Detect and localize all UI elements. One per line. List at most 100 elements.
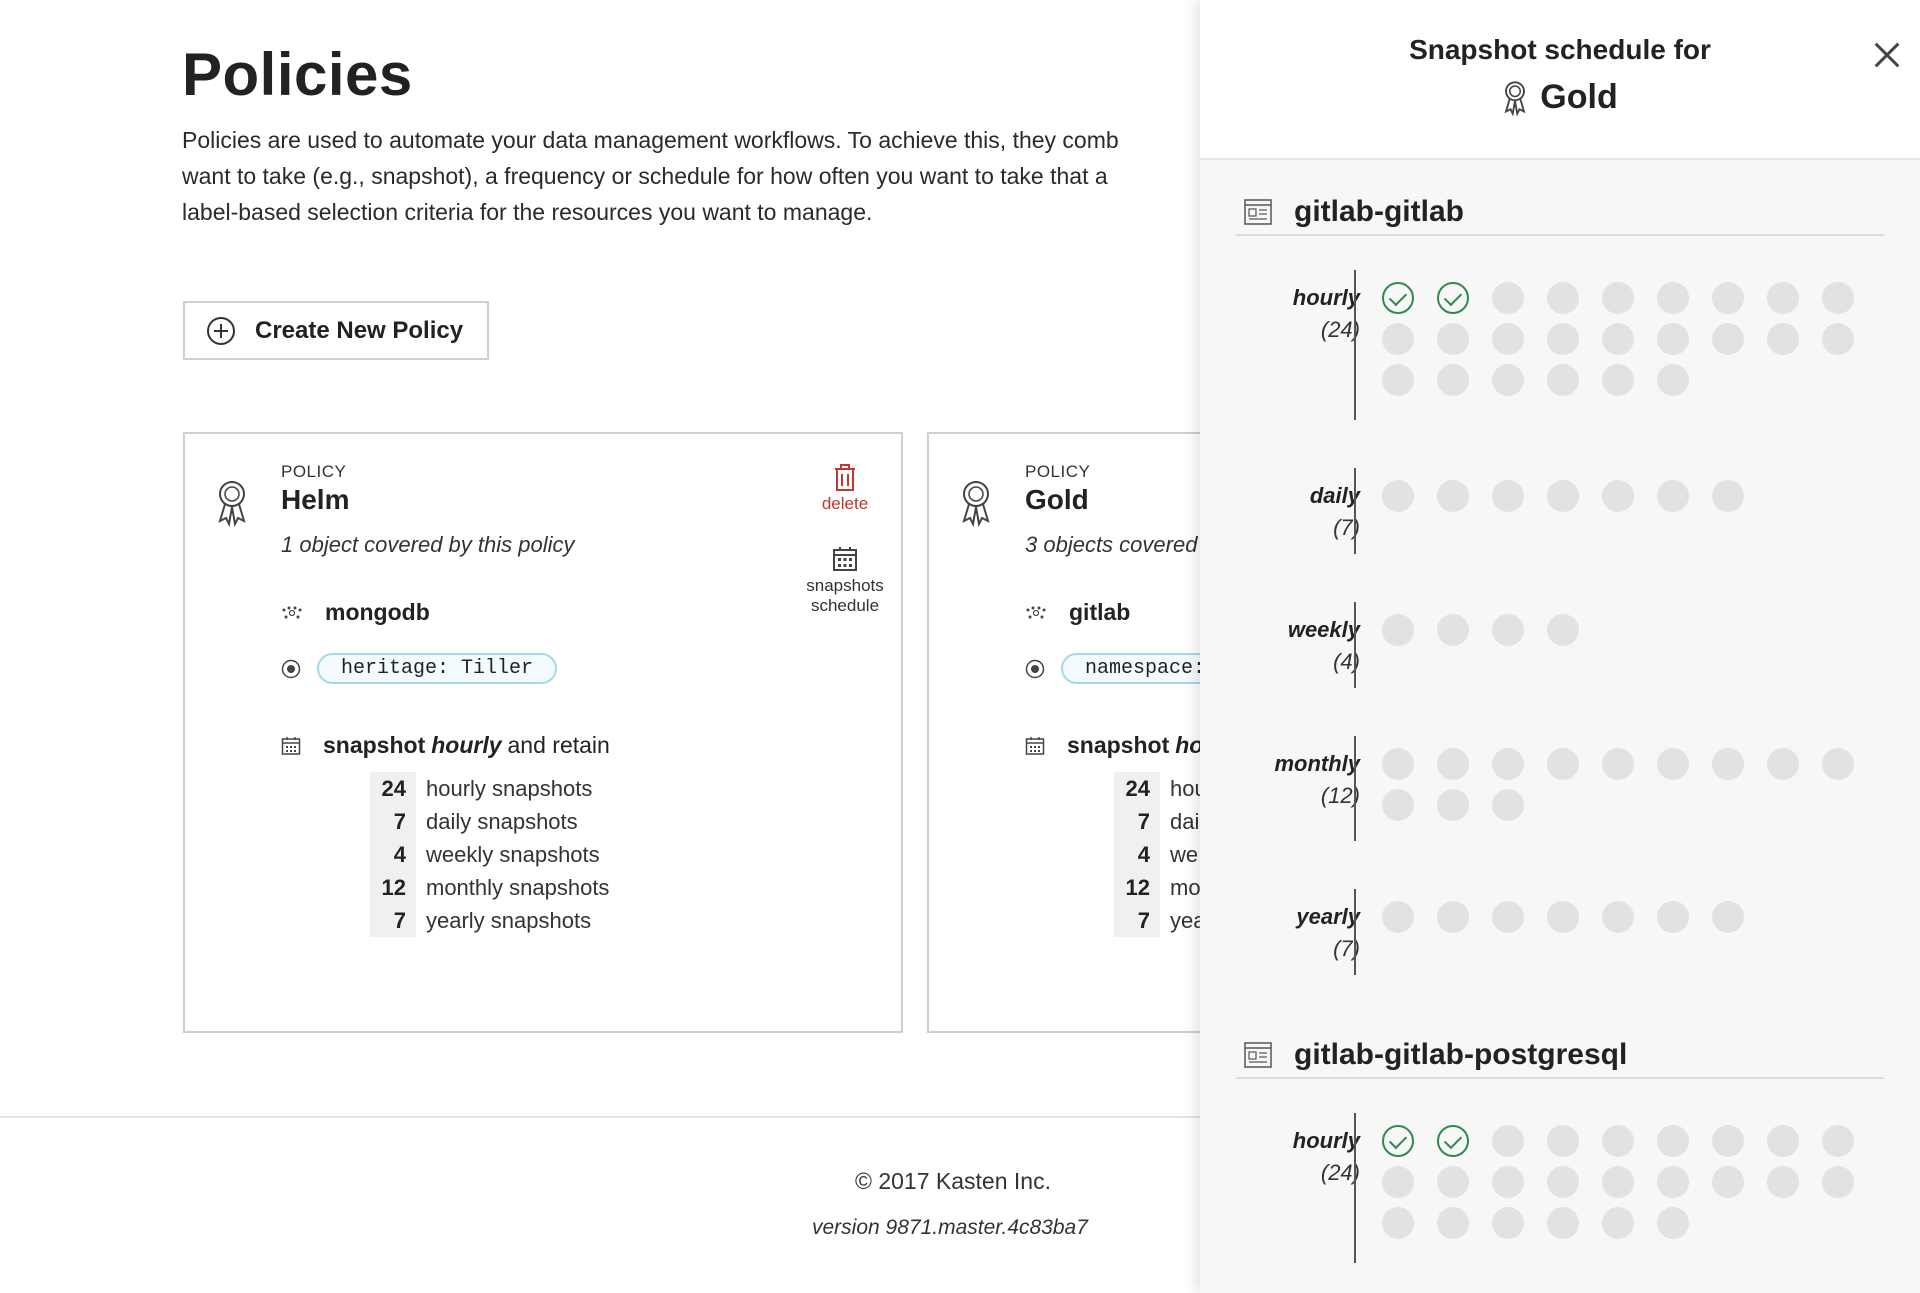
policy-name: Gold	[1025, 484, 1089, 515]
snapshot-slot-pending	[1382, 789, 1414, 821]
frequency-label: weekly (4)	[1288, 614, 1360, 678]
snapshot-slot-pending	[1767, 323, 1799, 355]
snapshot-slot-pending	[1437, 901, 1469, 933]
frequency-label: hourly (24)	[1293, 1125, 1360, 1189]
snapshot-slot-pending	[1712, 901, 1744, 933]
snapshot-slot-pending	[1602, 1166, 1634, 1198]
target-icon	[1025, 659, 1045, 678]
retention-label: mo	[1170, 874, 1201, 900]
snapshot-slot-pending	[1657, 1166, 1689, 1198]
snapshot-slot-pending	[1437, 480, 1469, 512]
retention-row: 12 mo	[1114, 871, 1207, 904]
retention-row: 7 yearly snapshots	[370, 904, 609, 937]
schedule-suffix: and retain	[507, 732, 610, 758]
calendar-icon	[833, 547, 857, 571]
frequency-name: yearly	[1296, 904, 1360, 929]
snapshot-slot-pending	[1602, 480, 1634, 512]
snapshot-slot-pending	[1547, 748, 1579, 780]
policy-schedule: snapshot ho	[1025, 732, 1209, 759]
frequency-label: yearly (7)	[1296, 901, 1360, 965]
snapshot-slot-pending	[1657, 323, 1689, 355]
snapshot-slot-pending	[1822, 1125, 1854, 1157]
snapshot-slot-pending	[1547, 364, 1579, 396]
retention-label: weekly snapshots	[426, 841, 600, 867]
policy-card-helm: POLICY Helm 1 object covered by this pol…	[183, 432, 903, 1033]
retention-row: 24 hou	[1114, 772, 1207, 805]
page-title: Policies	[182, 41, 413, 108]
frequency-divider	[1354, 736, 1356, 841]
page-description: Policies are used to automate your data …	[182, 122, 1202, 230]
frequency-divider	[1354, 889, 1356, 975]
policy-app: gitlab	[1025, 599, 1130, 626]
frequency-count: (4)	[1333, 649, 1360, 674]
snapshot-slot-pending	[1822, 1166, 1854, 1198]
frequency-label: daily (7)	[1310, 480, 1360, 544]
frequency-name: hourly	[1292, 285, 1360, 310]
frequency-row-hourly: hourly (24)	[1236, 1113, 1884, 1263]
snapshots-schedule-button[interactable]: snapshots schedule	[785, 546, 901, 616]
award-ribbon-icon	[1504, 80, 1526, 116]
retention-row: 12 monthly snapshots	[370, 871, 609, 904]
frequency-name: hourly	[1292, 1128, 1360, 1153]
snapshot-slot-pending	[1382, 1207, 1414, 1239]
application-dots-icon	[282, 606, 302, 618]
frequency-row-yearly: yearly (7)	[1236, 889, 1884, 975]
drawer-policy: Gold	[1200, 78, 1920, 117]
snapshot-slot-pending	[1492, 1207, 1524, 1239]
snapshot-slots	[1382, 282, 1882, 405]
snapshot-slot-pending	[1547, 1207, 1579, 1239]
retention-count: 24	[1114, 772, 1160, 805]
snapshot-slot-pending	[1492, 323, 1524, 355]
retention-count: 7	[1114, 904, 1160, 937]
snapshot-slot-pending	[1437, 323, 1469, 355]
trash-icon	[835, 464, 855, 491]
snapshot-slot-pending	[1437, 748, 1469, 780]
retention-list: 24 hourly snapshots 7 daily snapshots 4 wee…	[370, 772, 609, 937]
retention-row: 4 weekly snapshots	[370, 838, 609, 871]
policy-app-name[interactable]: mongodb	[325, 599, 430, 626]
snapshot-slot-pending	[1492, 614, 1524, 646]
create-new-policy-button[interactable]: Create New Policy	[183, 301, 489, 360]
snapshot-slot-pending	[1382, 901, 1414, 933]
copyright-text: © 2017 Kasten Inc.	[855, 1168, 1051, 1194]
policy-app-name[interactable]: gitlab	[1069, 599, 1130, 626]
footer-divider	[0, 1116, 1200, 1118]
schedule-action: snapshot	[1067, 732, 1170, 758]
snapshot-slot-pending	[1382, 364, 1414, 396]
calendar-icon	[281, 736, 301, 755]
application-dots-icon	[1026, 606, 1046, 618]
retention-row: 7 daily snapshots	[370, 805, 609, 838]
snapshot-slot-pending	[1602, 748, 1634, 780]
retention-count: 12	[370, 871, 416, 904]
snapshot-slot-pending	[1767, 1166, 1799, 1198]
snapshot-slot-pending	[1657, 1125, 1689, 1157]
snapshot-slot-pending	[1547, 901, 1579, 933]
policy-kicker: POLICY	[1025, 462, 1091, 481]
snapshot-slot-pending	[1767, 1125, 1799, 1157]
retention-row: 4 we	[1114, 838, 1207, 871]
close-icon[interactable]	[1872, 40, 1902, 70]
snapshot-complete-check-icon	[1437, 282, 1469, 314]
drawer-title: Snapshot schedule for	[1409, 34, 1711, 65]
snapshot-slot-pending	[1492, 1166, 1524, 1198]
schedule-object-name: gitlab-gitlab-postgresql	[1294, 1038, 1628, 1071]
snapshot-slot-pending	[1602, 1125, 1634, 1157]
snapshot-slot-pending	[1437, 1166, 1469, 1198]
snapshot-slot-pending	[1657, 748, 1689, 780]
frequency-count: (7)	[1333, 515, 1360, 540]
retention-row: 7 yea	[1114, 904, 1207, 937]
page-description-line: Policies are used to automate your data …	[182, 127, 1119, 153]
snapshot-slot-pending	[1547, 1166, 1579, 1198]
snapshot-slot-pending	[1822, 748, 1854, 780]
schedule-action: snapshot	[323, 732, 426, 758]
retention-count: 4	[370, 838, 416, 871]
delete-policy-button[interactable]: delete	[805, 464, 885, 514]
snapshot-complete-check-icon	[1382, 1125, 1414, 1157]
snapshot-slot-pending	[1657, 1207, 1689, 1239]
snapshot-slot-pending	[1382, 614, 1414, 646]
policy-name: Helm	[281, 484, 350, 515]
snapshot-slot-pending	[1382, 748, 1414, 780]
retention-count: 7	[370, 904, 416, 937]
snapshot-slot-pending	[1492, 789, 1524, 821]
retention-label: daily snapshots	[426, 808, 578, 834]
